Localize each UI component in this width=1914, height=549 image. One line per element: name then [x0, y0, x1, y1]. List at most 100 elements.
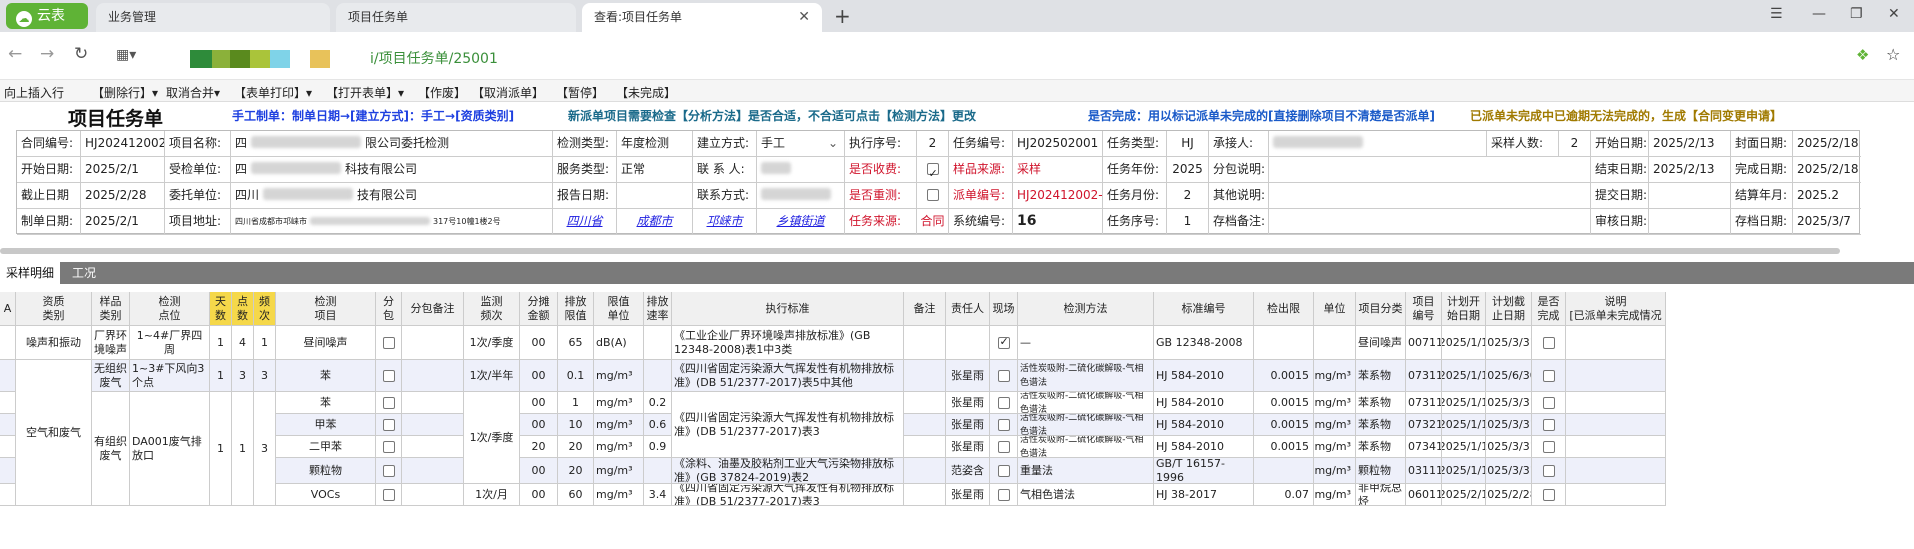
is-retest-checkbox[interactable]: [917, 183, 949, 209]
column-header[interactable]: 是否 完成: [1532, 292, 1566, 326]
row-marker[interactable]: [0, 326, 16, 360]
is-charged-checkbox[interactable]: [917, 157, 949, 183]
build-method-select[interactable]: 手工 ⌄: [757, 131, 845, 157]
settle-month-value[interactable]: 2025.2: [1793, 183, 1861, 209]
contact-info-value[interactable]: [757, 183, 845, 209]
remark-cell[interactable]: [904, 326, 946, 360]
remark-cell[interactable]: [904, 436, 946, 458]
completed-checkbox[interactable]: [1532, 360, 1566, 392]
row-marker[interactable]: [0, 458, 16, 484]
cover-date-value[interactable]: 2025/2/18: [1793, 131, 1861, 157]
onsite-checkbox[interactable]: [990, 392, 1018, 414]
forward-icon[interactable]: →: [40, 44, 54, 64]
checkbox[interactable]: [382, 336, 395, 349]
checkbox[interactable]: [1542, 369, 1555, 382]
sampler-count-value[interactable]: 2: [1559, 131, 1591, 157]
checkbox[interactable]: [382, 464, 395, 477]
completed-checkbox[interactable]: [1532, 458, 1566, 484]
sample-source-value[interactable]: 采样: [1013, 157, 1103, 183]
minimize-icon[interactable]: —: [1812, 6, 1826, 22]
window-close-icon[interactable]: ✕: [1888, 6, 1900, 22]
onsite-checkbox[interactable]: [990, 414, 1018, 436]
column-header[interactable]: 监测 频次: [464, 292, 520, 326]
back-icon[interactable]: ←: [8, 44, 22, 64]
horizontal-scrollbar[interactable]: [0, 248, 1840, 254]
note-cell[interactable]: [1566, 392, 1666, 414]
project-name-value[interactable]: 四限公司委托检测: [231, 131, 553, 157]
onsite-checkbox[interactable]: [990, 484, 1018, 506]
remark-cell[interactable]: [904, 484, 946, 506]
contractor-value[interactable]: [1269, 131, 1487, 157]
column-header[interactable]: 样品 类别: [92, 292, 130, 326]
onsite-checkbox[interactable]: [990, 458, 1018, 484]
contact-person-value[interactable]: [757, 157, 845, 183]
city-link[interactable]: 成都市: [617, 209, 693, 235]
task-month-value[interactable]: 2: [1167, 183, 1209, 209]
province-link[interactable]: 四川省: [553, 209, 617, 235]
checkbox[interactable]: [382, 396, 395, 409]
subcontract-checkbox[interactable]: [376, 326, 402, 360]
open-form-button[interactable]: 【打开表单】▾: [326, 84, 404, 101]
project-address-value[interactable]: 四川省成都市邛崃市 317号10幢1楼2号: [231, 209, 553, 235]
column-header[interactable]: 说明 [已派单未完成情况: [1566, 292, 1666, 326]
checkbox[interactable]: [1542, 336, 1555, 349]
contract-no-value[interactable]: HJ202412002: [81, 131, 165, 157]
completed-checkbox[interactable]: [1532, 436, 1566, 458]
task-type-value[interactable]: HJ: [1167, 131, 1209, 157]
pause-button[interactable]: 【暂停】: [556, 84, 604, 101]
restore-icon[interactable]: ❐: [1850, 6, 1863, 22]
subcontract-note-cell[interactable]: [402, 392, 464, 414]
column-header[interactable]: 标准编号: [1154, 292, 1254, 326]
note-cell[interactable]: [1566, 436, 1666, 458]
tab-view-project-order[interactable]: 查看:项目任务单 ✕: [582, 3, 822, 32]
begin-date-value[interactable]: 2025/2/1: [81, 157, 165, 183]
incomplete-button[interactable]: 【未完成】: [616, 84, 676, 101]
column-header[interactable]: 计划开 始日期: [1442, 292, 1486, 326]
note-cell[interactable]: [1566, 458, 1666, 484]
subcontract-note-cell[interactable]: [402, 484, 464, 506]
new-tab-icon[interactable]: +: [834, 4, 851, 28]
row-marker[interactable]: [0, 484, 16, 506]
checkbox[interactable]: [382, 418, 395, 431]
submit-date-value[interactable]: [1649, 183, 1731, 209]
column-header[interactable]: 检测 点位: [130, 292, 210, 326]
service-type-value[interactable]: 正常: [617, 157, 693, 183]
tab-sampling-detail[interactable]: 采样明细: [0, 262, 61, 284]
subcontract-checkbox[interactable]: [376, 484, 402, 506]
column-header[interactable]: 责任人: [946, 292, 990, 326]
completed-checkbox[interactable]: [1532, 392, 1566, 414]
checkbox[interactable]: [997, 335, 1010, 349]
subcontract-checkbox[interactable]: [376, 392, 402, 414]
row-marker[interactable]: [0, 414, 16, 436]
checkbox[interactable]: [1542, 488, 1555, 501]
column-header[interactable]: 检测方法: [1018, 292, 1154, 326]
column-header[interactable]: 排放 速率: [644, 292, 672, 326]
other-note-value[interactable]: [1269, 183, 1591, 209]
remark-cell[interactable]: [904, 458, 946, 484]
create-date-value[interactable]: 2025/2/1: [81, 209, 165, 235]
column-header[interactable]: 检出限: [1254, 292, 1314, 326]
column-header[interactable]: 天数: [210, 292, 232, 326]
checkbox[interactable]: [1542, 464, 1555, 477]
bookmark-star-icon[interactable]: ☆: [1886, 45, 1900, 64]
test-type-value[interactable]: 年度检测: [617, 131, 693, 157]
checkbox[interactable]: [1542, 418, 1555, 431]
subcontract-note-cell[interactable]: [402, 458, 464, 484]
onsite-checkbox[interactable]: [990, 326, 1018, 360]
completed-checkbox[interactable]: [1532, 326, 1566, 360]
street-link[interactable]: 乡镇街道: [757, 209, 845, 235]
archive-note-value[interactable]: [1269, 209, 1591, 235]
subcontract-checkbox[interactable]: [376, 414, 402, 436]
tab-working-condition[interactable]: 工况: [66, 262, 102, 284]
subcontract-note-cell[interactable]: [402, 414, 464, 436]
onsite-checkbox[interactable]: [990, 360, 1018, 392]
column-header[interactable]: 分包备注: [402, 292, 464, 326]
cancel-dispatch-button[interactable]: 【取消派单】: [472, 84, 544, 101]
unmerge-button[interactable]: 取消合并▾: [166, 84, 220, 101]
column-header[interactable]: 执行标准: [672, 292, 904, 326]
row-marker[interactable]: [0, 360, 16, 392]
archive-date-value[interactable]: 2025/3/7: [1793, 209, 1861, 235]
report-date-value[interactable]: [617, 183, 693, 209]
column-header[interactable]: 分 包: [376, 292, 402, 326]
delete-row-button[interactable]: 【删除行】▾: [92, 84, 158, 101]
